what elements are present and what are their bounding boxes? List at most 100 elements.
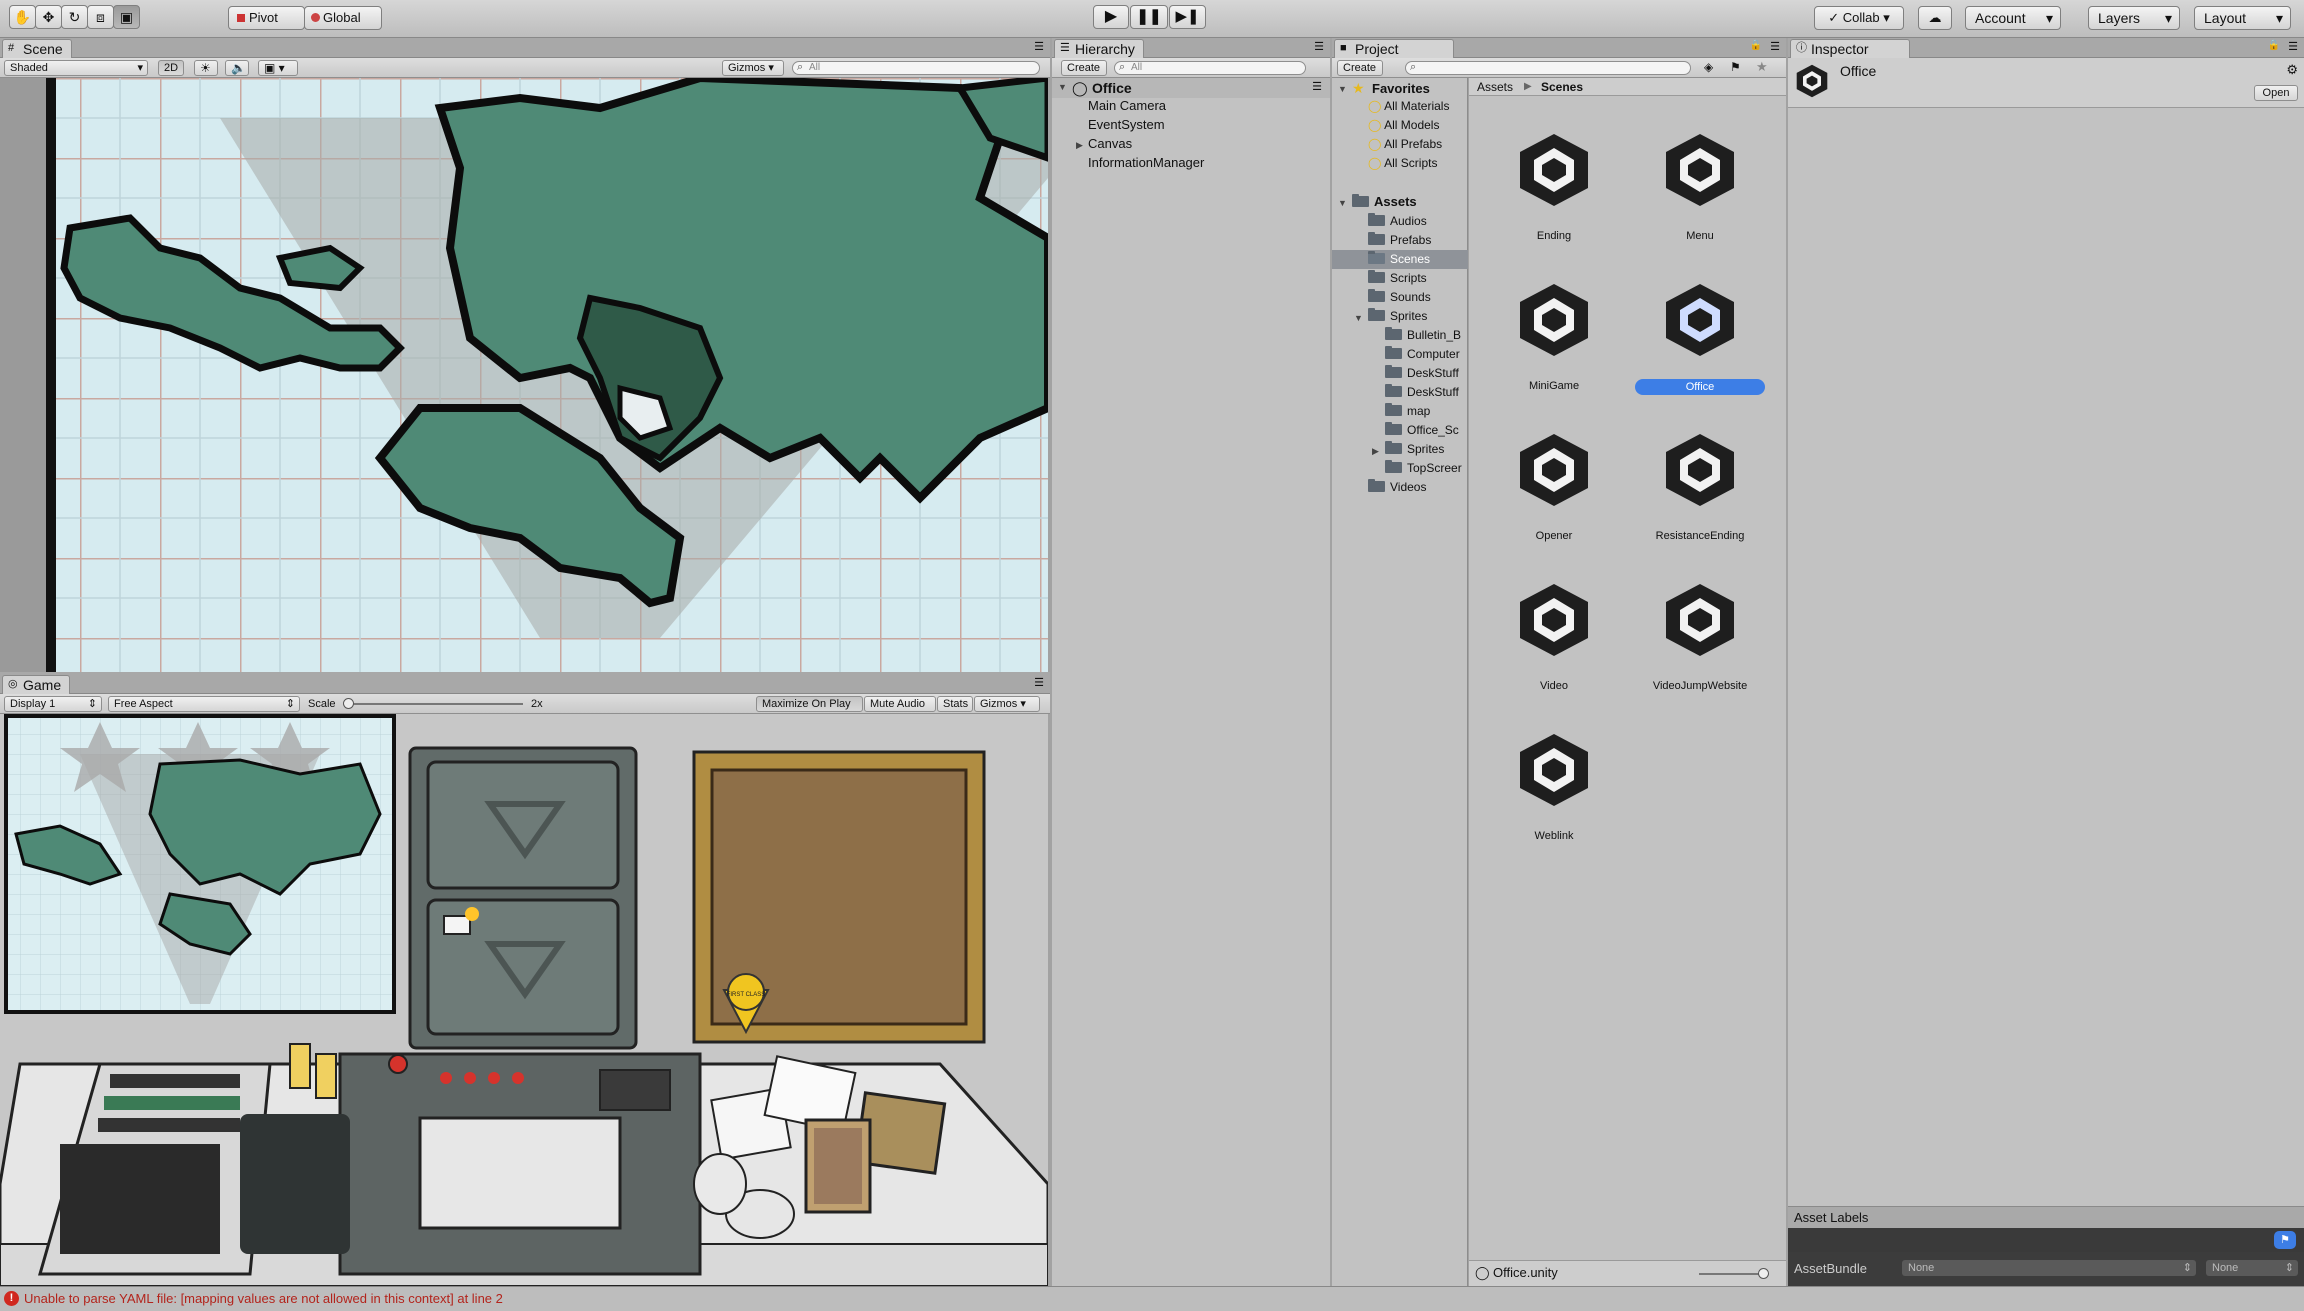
- folder-prefabs[interactable]: Prefabs: [1368, 231, 1431, 249]
- audio-icon[interactable]: 🔈: [225, 60, 249, 76]
- tab-scene[interactable]: # Scene: [2, 39, 72, 58]
- folder-scenes[interactable]: Scenes: [1368, 250, 1430, 268]
- rect-tool-icon[interactable]: ▣: [113, 5, 140, 29]
- inspector-menu-icon[interactable]: ☰: [2288, 40, 2298, 53]
- panel-menu-icon[interactable]: ☰: [1034, 40, 1044, 53]
- variant-dropdown[interactable]: None ⇕: [2206, 1260, 2298, 1276]
- hand-tool-icon[interactable]: ✋: [9, 5, 36, 29]
- scale-slider-handle[interactable]: [343, 698, 354, 709]
- favorite-all-materials[interactable]: ◯ All Materials: [1368, 97, 1449, 115]
- project-menu-icon[interactable]: ☰: [1770, 40, 1780, 53]
- assets-folder[interactable]: Assets: [1352, 193, 1417, 211]
- favorites-expand-icon[interactable]: ▼: [1338, 84, 1347, 94]
- hierarchy-menu-icon[interactable]: ☰: [1314, 40, 1324, 53]
- pause-button[interactable]: ❚❚: [1130, 5, 1168, 29]
- canvas-expand-arrow-icon[interactable]: ▶: [1076, 140, 1083, 151]
- folder-map[interactable]: map: [1385, 402, 1430, 420]
- tab-inspector[interactable]: ⓘ Inspector: [1790, 39, 1910, 58]
- breadcrumb-assets[interactable]: Assets: [1477, 78, 1513, 96]
- folder-deskstuff-2[interactable]: DeskStuff: [1385, 383, 1459, 401]
- asset-resistanceending[interactable]: ResistanceEnding: [1630, 430, 1770, 542]
- folder-office-sc[interactable]: Office_Sc: [1385, 421, 1459, 439]
- effects-icon[interactable]: ▣ ▾: [258, 60, 298, 76]
- asset-office-selected[interactable]: Office: [1630, 280, 1770, 400]
- layers-dropdown[interactable]: Layers ▾: [2088, 6, 2180, 30]
- settings-gear-icon[interactable]: ⚙: [2286, 62, 2298, 78]
- favorite-all-prefabs[interactable]: ◯ All Prefabs: [1368, 135, 1442, 153]
- hierarchy-search-input[interactable]: All: [1114, 61, 1306, 75]
- hierarchy-item-canvas[interactable]: Canvas: [1088, 135, 1132, 153]
- filter-type-icon[interactable]: ◈: [1704, 60, 1713, 74]
- folder-scripts[interactable]: Scripts: [1368, 269, 1427, 287]
- cloud-icon[interactable]: ☁: [1918, 6, 1952, 30]
- play-button[interactable]: ▶: [1093, 5, 1129, 29]
- icon-size-slider[interactable]: [1699, 1268, 1769, 1279]
- account-dropdown[interactable]: Account ▾: [1965, 6, 2061, 30]
- tab-game[interactable]: ◎ Game: [2, 675, 71, 694]
- scene-gizmos-dropdown[interactable]: Gizmos ▾: [722, 60, 784, 76]
- breadcrumb-scenes[interactable]: Scenes: [1541, 78, 1583, 96]
- folder-topscreen[interactable]: TopScreer: [1385, 459, 1462, 477]
- sprites-sub-expand-icon[interactable]: ▶: [1372, 446, 1379, 457]
- expand-arrow-icon[interactable]: ▼: [1058, 82, 1067, 92]
- game-canvas[interactable]: FIRST CLASS: [0, 714, 1048, 1286]
- assets-expand-icon[interactable]: ▼: [1338, 198, 1347, 208]
- lock-icon[interactable]: 🔒: [1750, 40, 1762, 51]
- tab-project[interactable]: ■ Project: [1334, 39, 1454, 58]
- display-dropdown[interactable]: Display 1 ⇕: [4, 696, 102, 712]
- folder-sprites-sub[interactable]: Sprites: [1385, 440, 1444, 458]
- asset-opener[interactable]: Opener: [1484, 430, 1624, 542]
- scene-menu-icon[interactable]: ☰: [1312, 80, 1322, 93]
- favorite-star-icon[interactable]: ★: [1756, 59, 1768, 75]
- asset-ending[interactable]: Ending: [1484, 130, 1624, 242]
- sprites-expand-icon[interactable]: ▼: [1354, 313, 1363, 323]
- global-toggle[interactable]: Global: [304, 6, 382, 30]
- inspector-lock-icon[interactable]: 🔒: [2268, 40, 2280, 51]
- lighting-icon[interactable]: ☀: [194, 60, 218, 76]
- folder-audios[interactable]: Audios: [1368, 212, 1427, 230]
- asset-minigame[interactable]: MiniGame: [1484, 280, 1624, 392]
- scene-search-input[interactable]: All: [792, 61, 1040, 75]
- step-button[interactable]: ▶❚: [1169, 5, 1206, 29]
- hierarchy-item-informationmanager[interactable]: InformationManager: [1088, 154, 1204, 172]
- layout-dropdown[interactable]: Layout ▾: [2194, 6, 2291, 30]
- folder-deskstuff-1[interactable]: DeskStuff: [1385, 364, 1459, 382]
- project-search-input[interactable]: [1405, 61, 1691, 75]
- game-gizmos-dropdown[interactable]: Gizmos ▾: [974, 696, 1040, 712]
- open-button[interactable]: Open: [2254, 85, 2298, 101]
- favorite-all-models[interactable]: ◯ All Models: [1368, 116, 1439, 134]
- scale-slider[interactable]: [343, 698, 523, 709]
- game-panel-menu-icon[interactable]: ☰: [1034, 676, 1044, 689]
- asset-menu[interactable]: Menu: [1630, 130, 1770, 242]
- hierarchy-item-eventsystem[interactable]: EventSystem: [1088, 116, 1165, 134]
- status-bar[interactable]: ! Unable to parse YAML file: [mapping va…: [0, 1286, 2304, 1311]
- pivot-toggle[interactable]: Pivot: [228, 6, 305, 30]
- tab-hierarchy[interactable]: ☰ Hierarchy: [1054, 39, 1144, 58]
- folder-computer[interactable]: Computer: [1385, 345, 1460, 363]
- move-tool-icon[interactable]: ✥: [35, 5, 62, 29]
- rotate-tool-icon[interactable]: ↻: [61, 5, 88, 29]
- hierarchy-scene-row[interactable]: ▼ ◯ Office ☰: [1052, 78, 1330, 98]
- asset-videojumpwebsite[interactable]: VideoJumpWebsite: [1630, 580, 1770, 692]
- mute-audio-toggle[interactable]: Mute Audio: [864, 696, 936, 712]
- project-create-button[interactable]: Create ▾: [1337, 60, 1383, 88]
- tag-icon[interactable]: ⚑: [2274, 1231, 2296, 1249]
- collab-dropdown[interactable]: ✓ Collab ▾: [1814, 6, 1904, 30]
- hierarchy-create-button[interactable]: Create ▾: [1061, 60, 1107, 88]
- hierarchy-item-main-camera[interactable]: Main Camera: [1088, 97, 1166, 115]
- asset-video[interactable]: Video: [1484, 580, 1624, 692]
- assetbundle-dropdown[interactable]: None ⇕: [1902, 1260, 2196, 1276]
- favorite-all-scripts[interactable]: ◯ All Scripts: [1368, 154, 1437, 172]
- filter-label-icon[interactable]: ⚑: [1730, 60, 1741, 74]
- 2d-toggle[interactable]: 2D: [158, 60, 184, 76]
- folder-bulletin[interactable]: Bulletin_B: [1385, 326, 1461, 344]
- stats-toggle[interactable]: Stats: [937, 696, 973, 712]
- asset-weblink[interactable]: Weblink: [1484, 730, 1624, 842]
- folder-sprites[interactable]: Sprites: [1368, 307, 1427, 325]
- scene-canvas[interactable]: [0, 78, 1048, 672]
- scale-tool-icon[interactable]: ⧈: [87, 5, 114, 29]
- folder-sounds[interactable]: Sounds: [1368, 288, 1431, 306]
- aspect-dropdown[interactable]: Free Aspect ⇕: [108, 696, 300, 712]
- folder-videos[interactable]: Videos: [1368, 478, 1426, 496]
- shading-dropdown[interactable]: Shaded ▾: [4, 60, 148, 76]
